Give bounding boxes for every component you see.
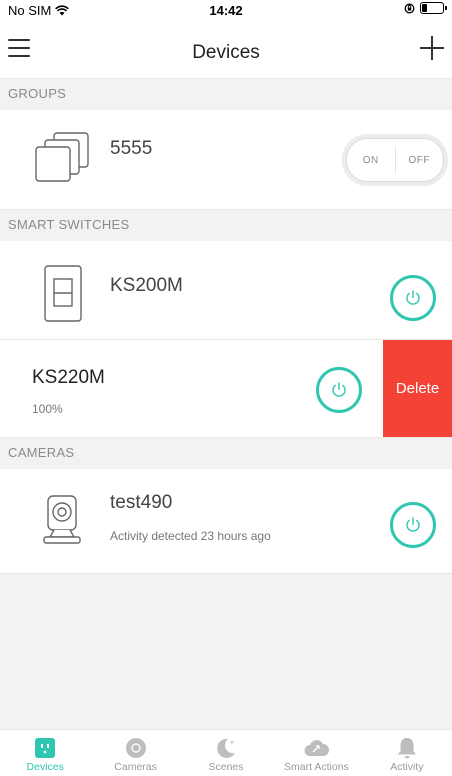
tab-label: Smart Actions xyxy=(284,761,349,773)
section-title: SMART SWITCHES xyxy=(8,217,130,232)
group-on-off-toggle[interactable]: ON OFF xyxy=(346,138,444,182)
light-switch-icon xyxy=(44,265,82,322)
tab-label: Devices xyxy=(26,761,64,773)
tab-label: Cameras xyxy=(114,761,157,773)
tab-label: Activity xyxy=(390,761,424,773)
power-button[interactable] xyxy=(316,367,362,413)
device-name: KS220M xyxy=(32,367,105,388)
device-name: test490 xyxy=(110,492,173,513)
tab-activity[interactable]: Activity xyxy=(362,730,452,776)
off-button[interactable]: OFF xyxy=(396,155,444,166)
status-bar: No SIM 14:42 xyxy=(0,0,452,20)
camera-lens-icon xyxy=(125,738,146,758)
power-icon xyxy=(406,290,420,305)
section-header-groups: GROUPS xyxy=(0,78,452,111)
nav-bar: Devices xyxy=(0,20,452,78)
group-name: 5555 xyxy=(110,138,153,159)
moon-icon xyxy=(217,738,236,758)
device-list[interactable]: GROUPS 5555 ON OFF SMART SWITCHES KS200M xyxy=(0,78,452,730)
tab-scenes[interactable]: Scenes xyxy=(181,730,271,776)
tab-bar: Devices Cameras Scenes Smart Actions Act… xyxy=(0,729,452,776)
power-button[interactable] xyxy=(390,275,436,321)
group-row[interactable]: 5555 ON OFF xyxy=(0,110,452,210)
bell-icon xyxy=(397,738,416,759)
power-icon xyxy=(406,517,420,532)
device-name: KS200M xyxy=(110,275,183,296)
device-brightness: 100% xyxy=(32,402,63,416)
switch-row-swiped[interactable]: KS220M 100% Delete xyxy=(0,340,452,438)
tab-cameras[interactable]: Cameras xyxy=(90,730,180,776)
page-title: Devices xyxy=(192,42,260,63)
add-device-icon[interactable] xyxy=(420,36,444,60)
section-title: CAMERAS xyxy=(8,445,75,460)
power-icon xyxy=(332,382,346,397)
orientation-lock-icon xyxy=(404,3,415,13)
stacked-squares-icon xyxy=(35,132,89,182)
camera-icon xyxy=(43,495,81,544)
battery-icon xyxy=(420,2,447,14)
switch-row[interactable]: KS200M xyxy=(0,241,452,340)
tab-smart-actions[interactable]: Smart Actions xyxy=(271,730,361,776)
section-header-smart-switches: SMART SWITCHES xyxy=(0,209,452,242)
plug-icon xyxy=(35,738,56,758)
tab-label: Scenes xyxy=(208,761,244,773)
section-header-cameras: CAMERAS xyxy=(0,437,452,470)
delete-button[interactable]: Delete xyxy=(383,340,452,437)
section-title: GROUPS xyxy=(8,86,67,101)
power-button[interactable] xyxy=(390,502,436,548)
camera-activity-text: Activity detected 23 hours ago xyxy=(110,529,271,543)
on-button[interactable]: ON xyxy=(347,155,395,166)
cloud-icon xyxy=(304,740,330,756)
status-right xyxy=(404,2,447,14)
status-time: 14:42 xyxy=(209,3,243,18)
camera-row[interactable]: test490 Activity detected 23 hours ago xyxy=(0,469,452,574)
tab-devices[interactable]: Devices xyxy=(0,730,90,776)
